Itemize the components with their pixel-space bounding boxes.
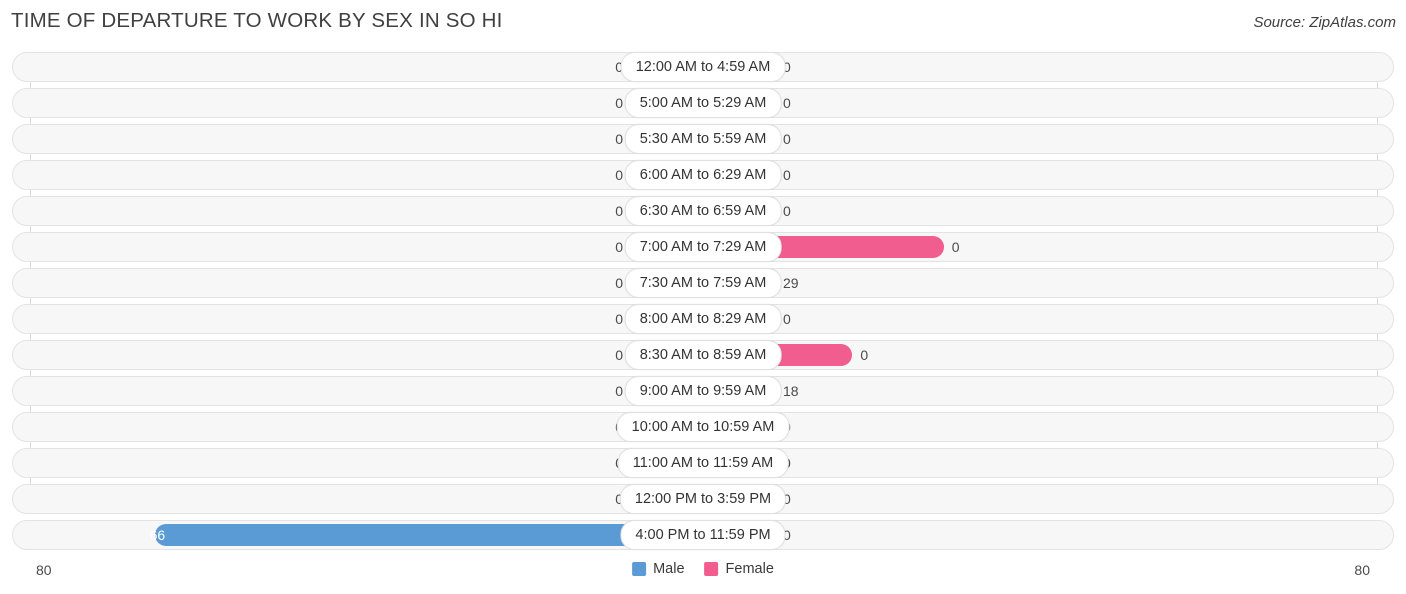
female-value-label: 29: [783, 275, 799, 291]
female-value-label: 0: [783, 131, 791, 147]
axis-max-right: 80: [1354, 562, 1370, 578]
category-label: 5:00 AM to 5:29 AM: [624, 88, 782, 118]
table-row[interactable]: 0012:00 PM to 3:59 PM: [12, 484, 1394, 514]
category-label: 8:30 AM to 8:59 AM: [624, 340, 782, 370]
legend-item[interactable]: Male: [632, 561, 685, 577]
chart-legend: Male Female: [632, 561, 774, 577]
legend-swatch-icon: [704, 562, 719, 576]
category-label: 8:00 AM to 8:29 AM: [624, 304, 782, 334]
table-row[interactable]: 0 0 8:00 AM to 8:29 AM: [12, 304, 1394, 334]
male-value-label: 66: [149, 527, 166, 543]
male-value-label: 0: [615, 311, 623, 327]
male-value-label: 0: [615, 95, 623, 111]
table-row[interactable]: 0 0 6:30 AM to 6:59 AM: [12, 196, 1394, 226]
table-row[interactable]: 0 0 6:00 AM to 6:29 AM: [12, 160, 1394, 190]
female-value-label: 0: [951, 239, 960, 255]
legend-label: Female: [725, 561, 774, 577]
category-label: 7:30 AM to 7:59 AM: [624, 268, 782, 298]
table-row[interactable]: 0010:00 AM to 10:59 AM: [12, 412, 1394, 442]
category-label: 7:00 AM to 7:29 AM: [624, 232, 782, 262]
category-label: 4:00 PM to 11:59 PM: [620, 520, 786, 550]
male-value-label: 0: [615, 275, 623, 291]
category-label: 6:00 AM to 6:29 AM: [624, 160, 782, 190]
female-value-label: 0: [783, 167, 791, 183]
male-value-label: 0: [615, 131, 623, 147]
bar-row-list: 0 0 12:00 AM to 4:59 AM 0 0 5:00 AM to 5:29 A…: [0, 52, 1406, 556]
table-row[interactable]: 0 0 8:30 AM to 8:59 AM: [12, 340, 1394, 370]
plot-area: 0 0 12:00 AM to 4:59 AM 0 0 5:00 AM to 5:29 A…: [0, 52, 1406, 556]
category-label: 12:00 AM to 4:59 AM: [620, 52, 786, 82]
male-value-label: 0: [615, 383, 623, 399]
category-label: 5:30 AM to 5:59 AM: [624, 124, 782, 154]
table-row[interactable]: 0 0 7:00 AM to 7:29 AM: [12, 232, 1394, 262]
table-row[interactable]: 0 0 12:00 AM to 4:59 AM: [12, 52, 1394, 82]
male-value-label: 0: [615, 167, 623, 183]
axis-max-left: 80: [36, 562, 52, 578]
table-row[interactable]: 0011:00 AM to 11:59 AM: [12, 448, 1394, 478]
table-row[interactable]: 0 18 9:00 AM to 9:59 AM: [12, 376, 1394, 406]
category-label: 12:00 PM to 3:59 PM: [619, 484, 787, 514]
female-value-label: 0: [783, 95, 791, 111]
legend-item[interactable]: Female: [704, 561, 774, 577]
legend-swatch-icon: [632, 562, 647, 576]
female-value-label: 0: [860, 347, 869, 363]
female-value-label: 18: [783, 383, 799, 399]
male-value-label: 0: [615, 239, 623, 255]
chart-footer: 80 80 Male Female: [0, 556, 1406, 594]
category-label: 11:00 AM to 11:59 AM: [617, 448, 789, 478]
category-label: 10:00 AM to 10:59 AM: [616, 412, 790, 442]
male-value-label: 0: [615, 347, 623, 363]
female-value-label: 0: [783, 203, 791, 219]
category-label: 6:30 AM to 6:59 AM: [624, 196, 782, 226]
table-row[interactable]: 0 0 5:00 AM to 5:29 AM: [12, 88, 1394, 118]
table-row[interactable]: 0 0 5:30 AM to 5:59 AM: [12, 124, 1394, 154]
table-row[interactable]: 0 29 7:30 AM to 7:59 AM: [12, 268, 1394, 298]
male-value-label: 0: [615, 203, 623, 219]
chart-page: TIME OF DEPARTURE TO WORK BY SEX IN SO H…: [0, 0, 1406, 594]
legend-label: Male: [653, 561, 685, 577]
page-title: TIME OF DEPARTURE TO WORK BY SEX IN SO H…: [11, 9, 503, 32]
source-attribution: Source: ZipAtlas.com: [1253, 14, 1396, 31]
female-value-label: 0: [783, 311, 791, 327]
table-row[interactable]: 66 0 4:00 PM to 11:59 PM: [12, 520, 1394, 550]
category-label: 9:00 AM to 9:59 AM: [624, 376, 782, 406]
